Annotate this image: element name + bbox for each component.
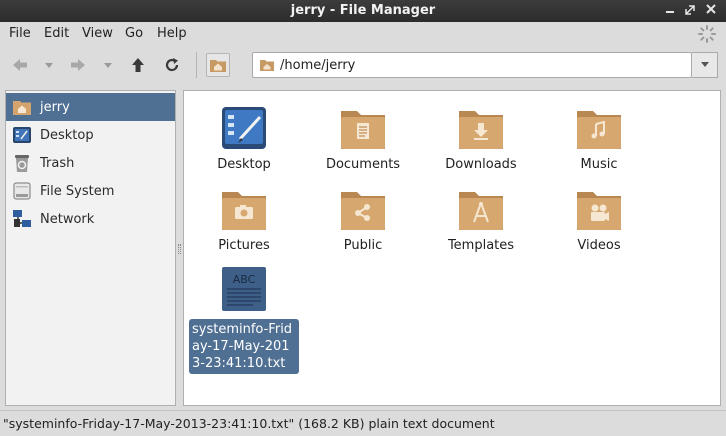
downloads-folder-icon [457, 105, 505, 153]
up-icon[interactable] [127, 54, 149, 76]
sidebar-item-desktop[interactable]: Desktop [6, 121, 175, 149]
desktop-icon [12, 125, 32, 145]
menu-file[interactable]: File [9, 26, 31, 41]
file-item-pictures[interactable]: Pictures [184, 186, 304, 253]
sidebar-item-network[interactable]: Network [6, 205, 175, 233]
file-item-documents[interactable]: Documents [303, 105, 423, 172]
status-bar: "systeminfo-Friday-17-May-2013-23:41:10.… [0, 410, 726, 436]
sidebar-item-label: Network [40, 211, 95, 227]
status-text: "systeminfo-Friday-17-May-2013-23:41:10.… [3, 416, 495, 431]
back-icon[interactable] [9, 54, 31, 76]
reload-icon[interactable] [161, 54, 183, 76]
file-name: Public [343, 238, 383, 253]
window-title: jerry - File Manager [290, 3, 436, 18]
pictures-folder-icon [220, 186, 268, 234]
sidebar-item-label: Trash [40, 155, 75, 171]
public-folder-icon [339, 186, 387, 234]
home-button[interactable] [206, 53, 230, 77]
home-folder-icon [12, 97, 32, 117]
music-folder-icon [575, 105, 623, 153]
sidebar-item-label: Desktop [40, 127, 94, 143]
forward-history-icon[interactable] [97, 54, 119, 76]
file-name: Documents [325, 157, 401, 172]
file-item-downloads[interactable]: Downloads [421, 105, 541, 172]
menu-edit[interactable]: Edit [44, 26, 69, 41]
file-item-music[interactable]: Music [539, 105, 659, 172]
file-name: systeminfo-Friday-17-May-2013-23:41:10.t… [189, 319, 299, 374]
busy-spinner-icon [698, 25, 716, 43]
text-file-icon: ABC [220, 267, 268, 315]
location-bar[interactable]: /home/jerry [252, 52, 692, 78]
desktop-icon [220, 105, 268, 153]
network-icon [12, 209, 32, 229]
toolbar: /home/jerry [0, 44, 726, 86]
file-name: Downloads [445, 157, 517, 172]
location-path[interactable]: /home/jerry [280, 58, 355, 73]
file-item-templates[interactable]: Templates [421, 186, 541, 253]
file-item-desktop[interactable]: Desktop [184, 105, 304, 172]
sidebar-item-label: File System [40, 183, 115, 199]
home-icon [210, 60, 226, 72]
drive-icon [12, 181, 32, 201]
videos-folder-icon [575, 186, 623, 234]
sidebar: jerry Desktop Trash File System Network [5, 90, 176, 406]
menu-view[interactable]: View [82, 26, 113, 41]
trash-icon [12, 153, 32, 173]
chevron-down-icon [700, 62, 709, 67]
file-name: Desktop [217, 157, 271, 172]
toolbar-separator [196, 52, 197, 78]
file-name: Pictures [218, 238, 270, 253]
templates-folder-icon [457, 186, 505, 234]
maximize-icon[interactable] [682, 3, 698, 19]
forward-icon[interactable] [67, 54, 89, 76]
documents-folder-icon [339, 105, 387, 153]
sidebar-item-trash[interactable]: Trash [6, 149, 175, 177]
menu-bar: File Edit View Go Help [0, 22, 726, 44]
file-item-public[interactable]: Public [303, 186, 423, 253]
file-name: Templates [447, 238, 515, 253]
file-item-videos[interactable]: Videos [539, 186, 659, 253]
minimize-icon[interactable] [662, 3, 678, 19]
close-icon[interactable] [703, 3, 719, 19]
file-name: Videos [577, 238, 621, 253]
location-dropdown-button[interactable] [692, 52, 718, 78]
menu-go[interactable]: Go [125, 26, 143, 41]
sidebar-item-label: jerry [40, 99, 70, 115]
folder-icon [260, 60, 274, 71]
pane-resize-handle[interactable] [178, 244, 181, 254]
title-bar: jerry - File Manager [0, 0, 726, 22]
menu-help[interactable]: Help [157, 26, 187, 41]
text-file-icon-label: ABC [233, 273, 256, 286]
file-item-systeminfo-txt[interactable]: ABC systeminfo-Friday-17-May-2013-23:41:… [184, 267, 304, 374]
file-name: Music [580, 157, 618, 172]
back-history-icon[interactable] [38, 54, 60, 76]
sidebar-item-jerry[interactable]: jerry [6, 93, 175, 121]
sidebar-item-file-system[interactable]: File System [6, 177, 175, 205]
file-view: Desktop Documents Downloads Music Pictur… [183, 90, 721, 406]
